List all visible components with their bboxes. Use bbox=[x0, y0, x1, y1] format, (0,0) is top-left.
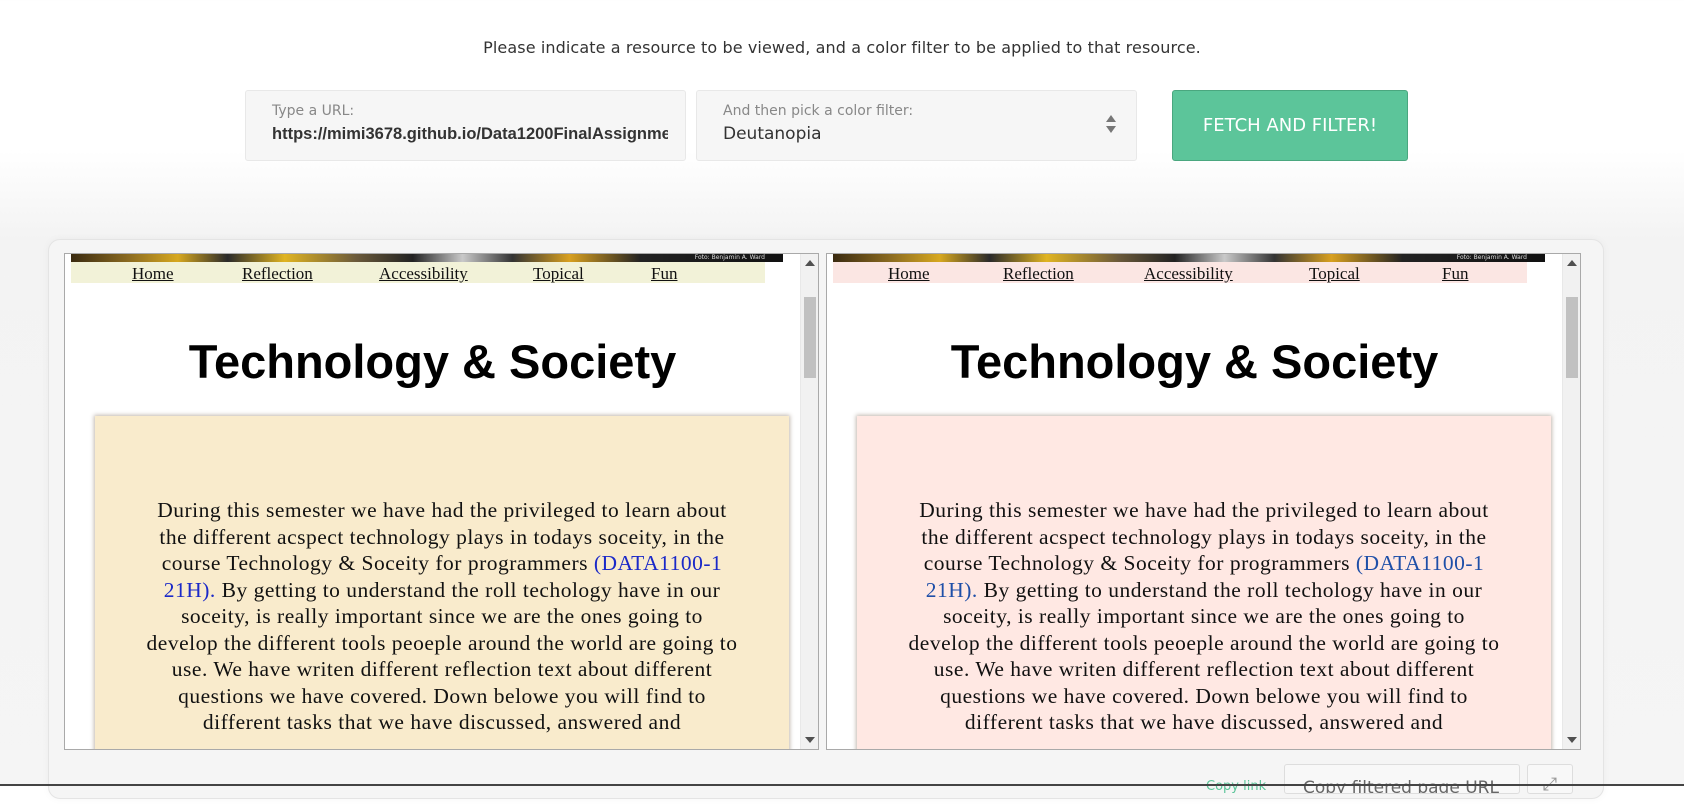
banner-image: Foto: Benjamin A. Ward bbox=[71, 254, 783, 262]
instructions-text: Please indicate a resource to be viewed,… bbox=[483, 38, 1201, 57]
banner-credit: Foto: Benjamin A. Ward bbox=[1456, 254, 1527, 261]
site-nav: Home Reflection Accessibility Topical Fu… bbox=[833, 262, 1527, 283]
url-field[interactable]: Type a URL: https://mimi3678.github.io/D… bbox=[245, 90, 686, 161]
share-url-field[interactable]: Copy filtered page URL bbox=[1284, 764, 1520, 794]
original-scrollbar[interactable] bbox=[800, 254, 818, 749]
scroll-up-icon[interactable] bbox=[805, 260, 815, 266]
site-nav: Home Reflection Accessibility Topical Fu… bbox=[71, 262, 765, 283]
nav-link-reflection[interactable]: Reflection bbox=[242, 264, 313, 284]
url-input[interactable]: https://mimi3678.github.io/Data1200Final… bbox=[272, 125, 668, 144]
filtered-page: Foto: Benjamin A. Ward Home Reflection A… bbox=[827, 254, 1562, 749]
scroll-thumb[interactable] bbox=[1566, 297, 1578, 378]
nav-link-reflection[interactable]: Reflection bbox=[1003, 264, 1074, 284]
intro-paragraph: During this semester we have had the pri… bbox=[908, 498, 1500, 734]
scroll-down-icon[interactable] bbox=[805, 737, 815, 743]
expand-icon[interactable]: ⤢ bbox=[1527, 764, 1573, 795]
scroll-down-icon[interactable] bbox=[1567, 737, 1577, 743]
filter-field-label: And then pick a color filter: bbox=[723, 103, 914, 119]
fetch-and-filter-button[interactable]: FETCH AND FILTER! bbox=[1172, 90, 1408, 161]
nav-link-topical[interactable]: Topical bbox=[1309, 264, 1360, 284]
nav-link-fun[interactable]: Fun bbox=[1442, 264, 1468, 284]
banner-image: Foto: Benjamin A. Ward bbox=[833, 254, 1545, 262]
nav-link-accessibility[interactable]: Accessibility bbox=[1144, 264, 1233, 284]
nav-link-home[interactable]: Home bbox=[132, 264, 174, 284]
nav-link-fun[interactable]: Fun bbox=[651, 264, 677, 284]
color-filter-select[interactable]: And then pick a color filter: Deutanopia bbox=[696, 90, 1137, 161]
intro-box: During this semester we have had the pri… bbox=[95, 416, 789, 749]
scroll-thumb[interactable] bbox=[804, 297, 816, 378]
nav-link-home[interactable]: Home bbox=[888, 264, 930, 284]
original-preview-frame[interactable]: Foto: Benjamin A. Ward Home Reflection A… bbox=[64, 253, 819, 750]
filtered-scrollbar[interactable] bbox=[1562, 254, 1580, 749]
page-title: Technology & Society bbox=[188, 335, 677, 388]
banner-credit: Foto: Benjamin A. Ward bbox=[694, 254, 765, 261]
select-arrows-icon bbox=[1106, 115, 1116, 135]
intro-box: During this semester we have had the pri… bbox=[857, 416, 1551, 749]
copy-link[interactable]: Copy link bbox=[1206, 779, 1266, 794]
url-field-label: Type a URL: bbox=[272, 103, 355, 119]
page-title: Technology & Society bbox=[950, 335, 1439, 388]
nav-link-accessibility[interactable]: Accessibility bbox=[379, 264, 468, 284]
filtered-preview-frame[interactable]: Foto: Benjamin A. Ward Home Reflection A… bbox=[826, 253, 1581, 750]
intro-paragraph: During this semester we have had the pri… bbox=[146, 498, 738, 734]
filter-selected-value[interactable]: Deutanopia bbox=[723, 124, 822, 144]
scroll-up-icon[interactable] bbox=[1567, 260, 1577, 266]
nav-link-topical[interactable]: Topical bbox=[533, 264, 584, 284]
original-page: Foto: Benjamin A. Ward Home Reflection A… bbox=[65, 254, 800, 749]
